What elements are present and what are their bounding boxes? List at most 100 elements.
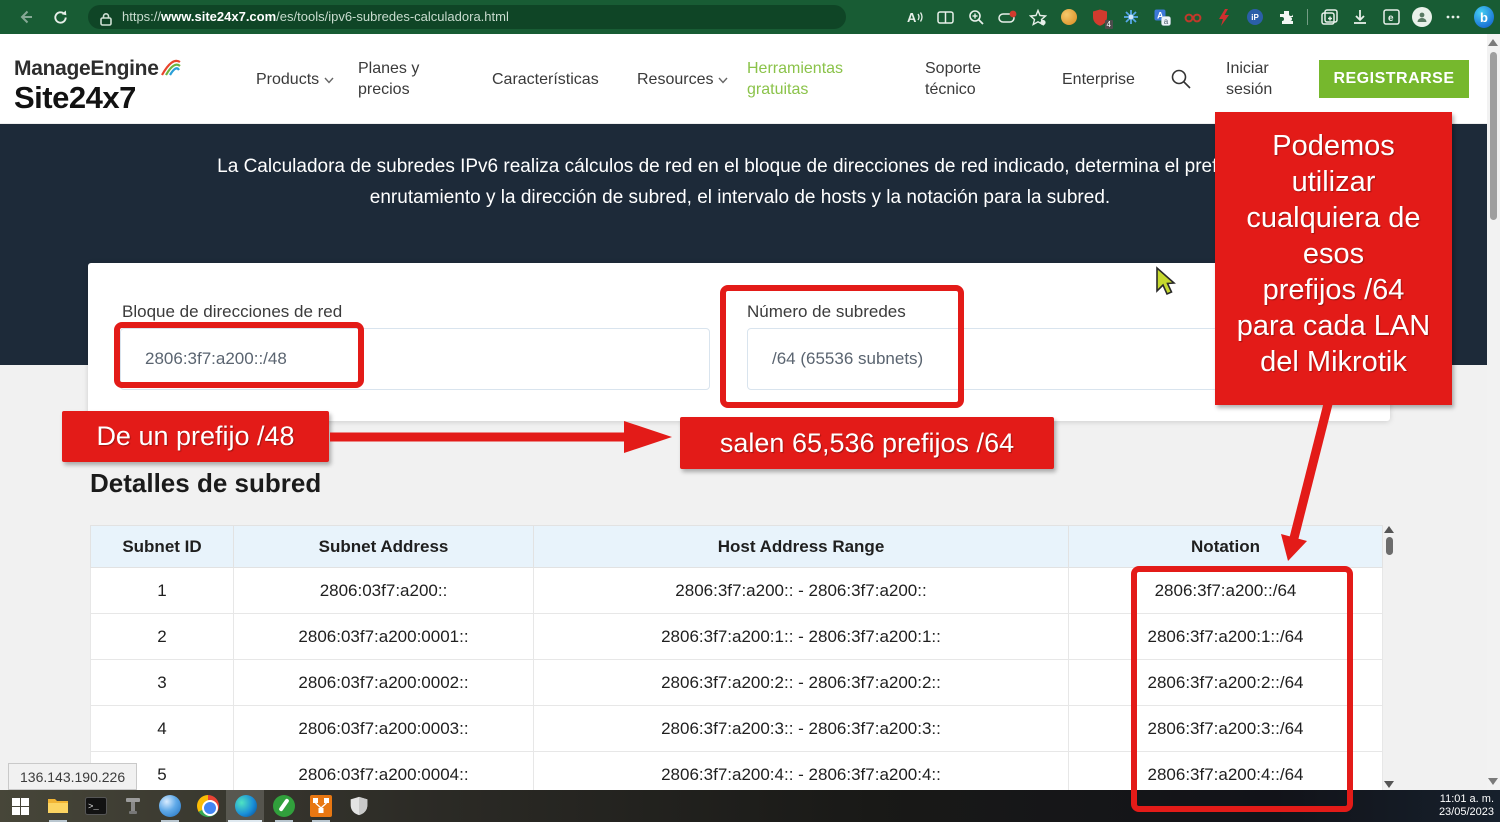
chevron-down-icon: [718, 77, 728, 84]
table-cell: 2806:03f7:a200::: [234, 568, 534, 614]
nav-support[interactable]: Soporte técnico: [925, 58, 997, 100]
bing-chat-icon[interactable]: b: [1474, 7, 1494, 27]
table-cell: 3: [91, 660, 234, 706]
nav-products[interactable]: Products: [256, 69, 334, 90]
nav-resources[interactable]: Resources: [637, 69, 728, 90]
register-button[interactable]: REGISTRARSE: [1319, 60, 1469, 98]
table-cell: 4: [91, 706, 234, 752]
toolbar-icon-group: A 4 Aa iP e b: [904, 0, 1494, 34]
gns3-network-icon[interactable]: [309, 795, 333, 817]
nav-enterprise-label: Enterprise: [1062, 71, 1135, 88]
table-cell: 1: [91, 568, 234, 614]
nav-sign-in-label: Iniciar sesión: [1226, 60, 1272, 98]
col-header-host-range: Host Address Range: [534, 526, 1069, 568]
start-button[interactable]: [8, 795, 32, 817]
manageengine-logo[interactable]: ManageEngine: [14, 57, 182, 81]
chrome-icon[interactable]: [196, 795, 220, 817]
mouse-cursor: [1150, 266, 1180, 298]
annotation-box-notation-column: [1131, 566, 1353, 812]
extension-blue-snowflake-icon[interactable]: [1121, 7, 1141, 27]
nav-features[interactable]: Características: [492, 69, 599, 90]
clock-date: 23/05/2023: [1439, 806, 1494, 819]
nav-support-label: Soporte técnico: [925, 60, 981, 98]
ip-ext-label: iP: [1251, 13, 1259, 22]
section-title: Detalles de subred: [90, 468, 321, 499]
windows-security-shield-icon[interactable]: [347, 795, 371, 817]
nav-resources-label: Resources: [637, 71, 713, 88]
table-cell: 2806:3f7:a200:3:: - 2806:3f7:a200:3::: [534, 706, 1069, 752]
table-scrollbar[interactable]: [1383, 526, 1395, 788]
address-bar[interactable]: https://www.site24x7.com/es/tools/ipv6-s…: [88, 5, 846, 29]
url-text[interactable]: https://www.site24x7.com/es/tools/ipv6-s…: [122, 5, 509, 29]
translate-icon[interactable]: Aa: [1152, 7, 1172, 27]
site24x7-logo[interactable]: Site24x7: [14, 80, 136, 116]
favorites-star-icon[interactable]: [1028, 7, 1048, 27]
nav-plans[interactable]: Planes y precios: [358, 58, 426, 100]
more-menu-icon[interactable]: [1443, 7, 1463, 27]
scroll-up-icon[interactable]: [1384, 526, 1394, 533]
refresh-button[interactable]: [50, 7, 70, 27]
split-screen-icon[interactable]: [935, 7, 955, 27]
table-cell: 2806:3f7:a200:: - 2806:3f7:a200::: [534, 568, 1069, 614]
nav-free-tools[interactable]: Herramientas gratuitas: [747, 58, 859, 100]
nav-free-tools-label: Herramientas gratuitas: [747, 60, 843, 98]
extension-ip-icon[interactable]: iP: [1245, 7, 1265, 27]
extensions-puzzle-icon[interactable]: [1276, 7, 1296, 27]
annotation-callout-usage: Podemos utilizar cualquiera de esos pref…: [1215, 112, 1452, 405]
browser-toolbar: https://www.site24x7.com/es/tools/ipv6-s…: [0, 0, 1500, 34]
bing-label: b: [1480, 10, 1488, 25]
manageengine-logo-text: ManageEngine: [14, 57, 159, 80]
address-block-label: Bloque de direcciones de red: [122, 302, 342, 322]
table-cell: 2: [91, 614, 234, 660]
zoom-icon[interactable]: [966, 7, 986, 27]
extension-red-lightning-icon[interactable]: [1214, 7, 1234, 27]
extension-orange-icon[interactable]: [1059, 7, 1079, 27]
page-scrollbar-thumb[interactable]: [1490, 52, 1497, 220]
file-explorer-icon[interactable]: [46, 795, 70, 817]
collections-icon[interactable]: [1319, 7, 1339, 27]
annotation-arrow-right: [328, 418, 674, 456]
annotation-callout-result: salen 65,536 prefijos /64: [680, 417, 1054, 469]
table-scrollbar-thumb[interactable]: [1386, 537, 1393, 555]
page-scroll-up-icon[interactable]: [1488, 39, 1498, 46]
annotation-arrow-down: [1262, 400, 1342, 572]
page-scroll-down-icon[interactable]: [1488, 778, 1498, 785]
search-icon[interactable]: [1170, 68, 1192, 90]
edge-sidebar-icon[interactable]: e: [1381, 7, 1401, 27]
table-cell: 2806:3f7:a200:1:: - 2806:3f7:a200:1::: [534, 614, 1069, 660]
annotation-box-address-input: [114, 322, 364, 388]
clock-time: 11:01 a. m.: [1439, 793, 1494, 806]
adblock-badge: 4: [1105, 20, 1113, 29]
scroll-down-icon[interactable]: [1384, 781, 1394, 788]
winbox-sphere-icon[interactable]: [158, 795, 182, 817]
extension-red-glasses-icon[interactable]: [1183, 7, 1203, 27]
tool-icon[interactable]: [121, 795, 145, 817]
logo-swoosh-icon: [160, 57, 182, 77]
table-header-row: Subnet ID Subnet Address Host Address Ra…: [91, 526, 1383, 568]
svg-text:A: A: [907, 10, 917, 25]
toolbar-separator: [1307, 9, 1308, 25]
winbox-tool-icon[interactable]: [272, 795, 296, 817]
table-cell: 2806:03f7:a200:0003::: [234, 706, 534, 752]
col-header-subnet-id: Subnet ID: [91, 526, 234, 568]
adblock-shield-icon[interactable]: 4: [1090, 7, 1110, 27]
page-scrollbar[interactable]: [1487, 34, 1500, 790]
back-arrow-icon: [17, 8, 35, 26]
nav-sign-in[interactable]: Iniciar sesión: [1226, 58, 1286, 100]
nav-plans-label: Planes y precios: [358, 60, 419, 98]
col-header-subnet-address: Subnet Address: [234, 526, 534, 568]
taskbar-clock[interactable]: 11:01 a. m. 23/05/2023: [1439, 793, 1494, 819]
table-cell: 2806:03f7:a200:0001::: [234, 614, 534, 660]
game-controller-icon[interactable]: [997, 7, 1017, 27]
download-icon[interactable]: [1350, 7, 1370, 27]
read-aloud-icon[interactable]: A: [904, 7, 924, 27]
screenshot-root: https://www.site24x7.com/es/tools/ipv6-s…: [0, 0, 1500, 822]
lock-icon[interactable]: [100, 10, 112, 34]
command-prompt-icon[interactable]: >_: [84, 795, 108, 817]
back-button[interactable]: [16, 7, 36, 27]
url-host: www.site24x7.com: [161, 9, 276, 24]
nav-enterprise[interactable]: Enterprise: [1062, 69, 1135, 90]
profile-avatar[interactable]: [1412, 7, 1432, 27]
edge-icon[interactable]: [234, 795, 258, 817]
refresh-icon: [52, 9, 69, 26]
